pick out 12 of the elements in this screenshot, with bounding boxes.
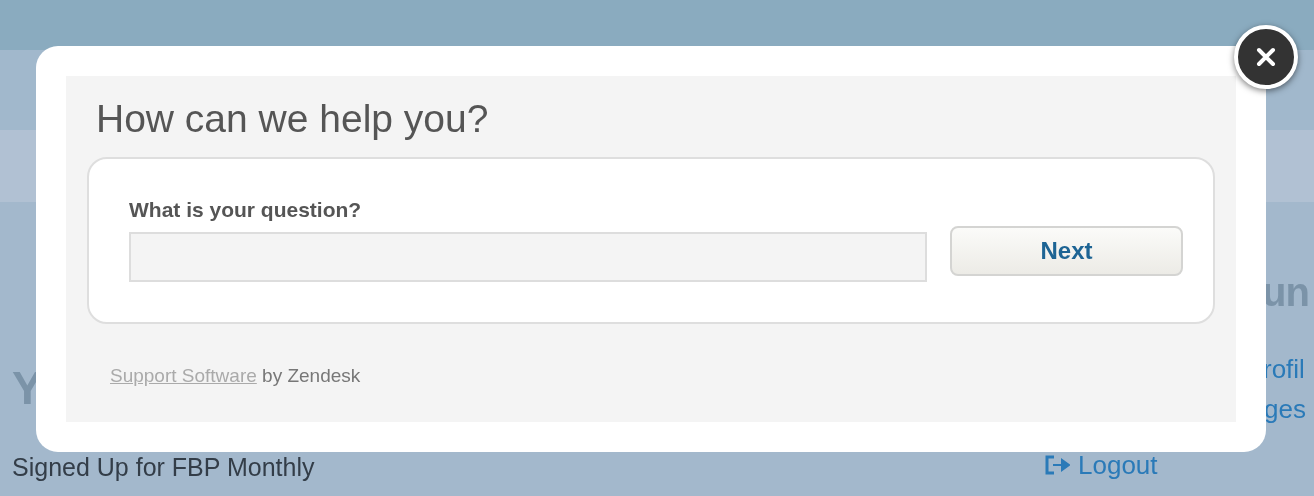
footer-text: Support Software by Zendesk (110, 364, 362, 388)
logout-link[interactable]: Logout (1045, 452, 1158, 478)
plan-text: Signed Up for FBP Monthly (12, 455, 315, 480)
dialog-title: How can we help you? (96, 96, 490, 142)
side-link[interactable]: ges (1264, 396, 1306, 422)
question-label: What is your question? (129, 196, 363, 222)
footer-link[interactable]: Support Software (110, 365, 257, 386)
question-field[interactable] (129, 232, 927, 282)
close-icon (1256, 47, 1276, 67)
next-button[interactable]: Next (950, 226, 1183, 276)
logout-label: Logout (1078, 452, 1158, 478)
logout-icon (1045, 455, 1070, 475)
